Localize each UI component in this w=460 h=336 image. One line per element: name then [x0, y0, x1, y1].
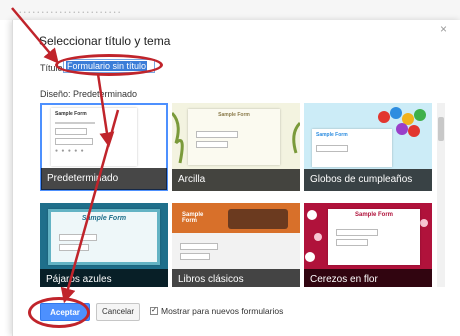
theme-scrollbar[interactable]: [437, 103, 445, 287]
theme-preview: Sample Form: [48, 209, 160, 265]
preview-field: [59, 234, 97, 241]
sample-form-title: Sample Form: [81, 215, 127, 222]
theme-predeterminado[interactable]: Sample Form ● ● ● ● ● Predeterminado: [40, 103, 168, 191]
show-for-new-forms-checkbox[interactable]: ✓: [150, 307, 158, 315]
theme-globos-de-cumpleanos[interactable]: Sample Form Globos de cumpleaños: [304, 103, 432, 191]
preview-field: [336, 239, 368, 246]
theme-pajaros-azules[interactable]: Sample Form Pájaros azules: [40, 203, 168, 287]
theme-grid: Sample Form ● ● ● ● ● Predeterminado Sam…: [40, 103, 432, 287]
title-input[interactable]: Formulario sin título: [63, 59, 155, 73]
preview-field: [196, 141, 228, 148]
theme-header-title: Sample Form: [178, 209, 218, 233]
preview-field: [336, 229, 378, 236]
theme-cerezos-en-flor[interactable]: Sample Form Cerezos en flor: [304, 203, 432, 287]
preview-options: ● ● ● ● ●: [55, 148, 85, 154]
theme-arcilla[interactable]: Sample Form Arcilla: [172, 103, 300, 191]
design-label: Diseño: Predeterminado: [40, 89, 138, 99]
sample-form-title: Sample Form: [218, 112, 250, 118]
preview-field: [180, 243, 218, 250]
background-text: ........................: [14, 3, 122, 16]
background-app-strip: ........................: [0, 0, 460, 20]
theme-label: Globos de cumpleaños: [304, 169, 432, 191]
theme-label: Cerezos en flor: [304, 269, 432, 287]
theme-preview: Sample Form: [312, 129, 392, 167]
sample-form-title: Sample Form: [182, 212, 204, 224]
accept-button[interactable]: Aceptar: [40, 303, 90, 321]
title-input-value: Formulario sin título: [66, 61, 148, 71]
preview-field: [55, 128, 87, 135]
preview-field: [55, 138, 93, 145]
checkbox-label: Mostrar para nuevos formularios: [161, 306, 284, 316]
title-label: Título:: [40, 63, 66, 73]
books-image: [228, 209, 288, 229]
theme-label: Predeterminado: [41, 168, 167, 190]
sample-form-title: Sample Form: [354, 212, 393, 218]
preview-field: [196, 131, 238, 138]
sample-form-title: Sample Form: [316, 132, 348, 138]
theme-label: Pájaros azules: [40, 269, 168, 287]
theme-label: Arcilla: [172, 169, 300, 191]
cancel-button[interactable]: Cancelar: [96, 303, 140, 321]
theme-preview: Sample Form ● ● ● ● ●: [51, 108, 137, 166]
preview-field: [316, 145, 348, 152]
preview-line: [55, 122, 95, 124]
theme-preview: Sample Form: [328, 209, 420, 265]
preview-field: [180, 253, 210, 260]
theme-label: Libros clásicos: [172, 269, 300, 287]
theme-preview: Sample Form: [188, 109, 280, 165]
theme-libros-clasicos[interactable]: Sample Form Libros clásicos: [172, 203, 300, 287]
dialog-title: Seleccionar título y tema: [39, 34, 171, 48]
close-icon[interactable]: ×: [440, 22, 447, 36]
scrollbar-thumb[interactable]: [438, 117, 444, 141]
sample-form-title: Sample Form: [55, 111, 87, 117]
preview-field: [59, 244, 89, 251]
